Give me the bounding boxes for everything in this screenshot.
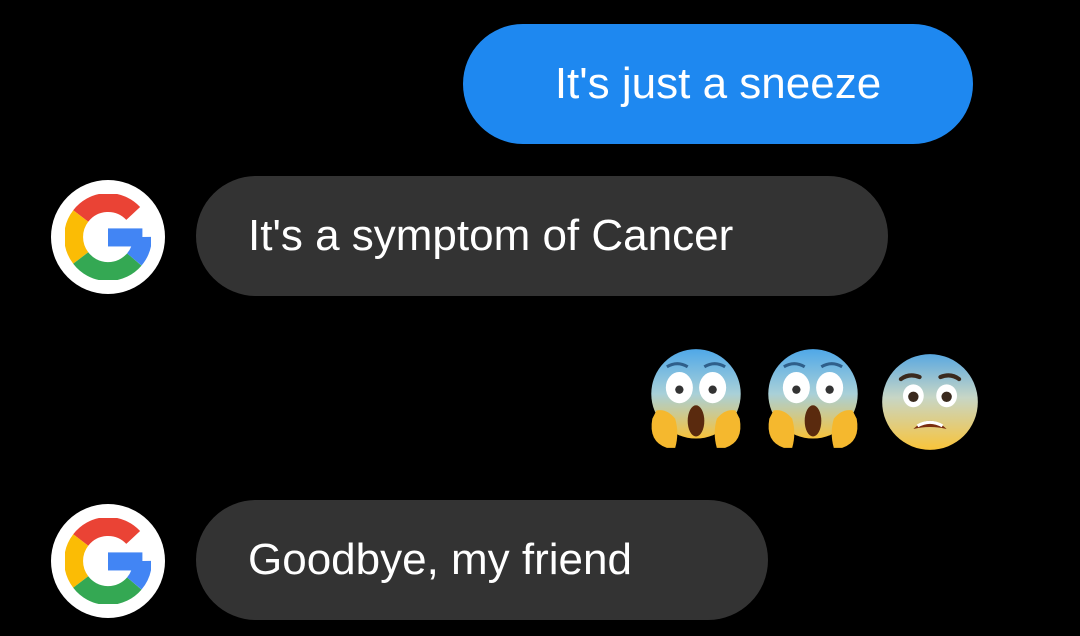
message-text: It's a symptom of Cancer xyxy=(248,211,734,260)
face-screaming-in-fear-icon[interactable] xyxy=(761,346,865,450)
incoming-message-bubble[interactable]: Goodbye, my friend xyxy=(196,500,768,620)
message-text: Goodbye, my friend xyxy=(248,535,632,584)
google-avatar[interactable] xyxy=(51,180,165,294)
face-screaming-in-fear-icon[interactable] xyxy=(644,346,748,450)
anxious-face-icon[interactable] xyxy=(878,350,982,454)
incoming-message-bubble[interactable]: It's a symptom of Cancer xyxy=(196,176,888,296)
google-g-icon xyxy=(65,194,151,280)
message-text: It's just a sneeze xyxy=(554,59,882,108)
google-g-icon xyxy=(65,518,151,604)
outgoing-message-bubble[interactable]: It's just a sneeze xyxy=(463,24,973,144)
google-avatar[interactable] xyxy=(51,504,165,618)
